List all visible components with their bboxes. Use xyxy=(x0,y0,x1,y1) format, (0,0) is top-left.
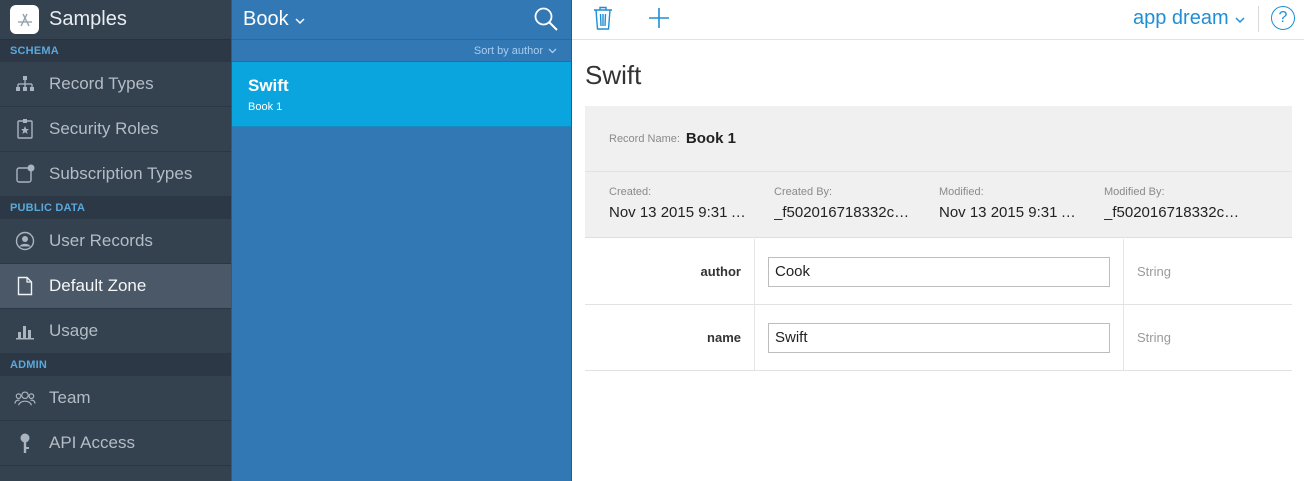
sidebar-item-subscription-types[interactable]: Subscription Types xyxy=(0,152,231,197)
sidebar-item-label: Record Types xyxy=(49,74,154,93)
sidebar-item-team[interactable]: Team xyxy=(0,376,231,421)
app-name: app dream xyxy=(1133,7,1229,29)
section-schema: SCHEMA xyxy=(0,40,231,62)
user-circle-icon xyxy=(14,230,36,252)
container-title: Samples xyxy=(49,8,127,30)
field-type: String xyxy=(1137,330,1171,345)
sidebar-item-record-types[interactable]: Record Types xyxy=(0,62,231,107)
cloudkit-dashboard: Samples SCHEMA Record Types Security Rol… xyxy=(0,0,1304,481)
help-button[interactable]: ? xyxy=(1271,6,1295,30)
sidebar-item-security-roles[interactable]: Security Roles xyxy=(0,107,231,152)
sidebar-item-label: Default Zone xyxy=(49,276,147,295)
section-admin: ADMIN xyxy=(0,354,231,376)
sidebar-item-label: Usage xyxy=(49,321,99,340)
list-item[interactable]: Swift Book 1 xyxy=(232,62,571,127)
sidebar-item-api-access[interactable]: API Access xyxy=(0,421,231,466)
record-title: Swift xyxy=(585,60,642,90)
meta-value: Nov 13 2015 9:31 AM xyxy=(939,204,1081,221)
record-fields: author String name String xyxy=(585,239,1292,371)
field-row-author: author String xyxy=(585,239,1292,305)
field-row-name: name String xyxy=(585,305,1292,371)
record-name-value: Book 1 xyxy=(685,130,736,147)
section-public-data: PUBLIC DATA xyxy=(0,197,231,219)
team-icon xyxy=(14,387,36,409)
meta-modified-by: Modified By: _f502016718332c8a1e xyxy=(1104,186,1269,221)
toolbar-divider xyxy=(1258,6,1259,32)
trash-icon[interactable] xyxy=(593,5,613,36)
meta-value: Nov 13 2015 9:31 AM xyxy=(609,204,751,221)
list-item-title: Swift xyxy=(248,76,289,95)
bar-chart-icon xyxy=(14,320,36,342)
sidebar-item-label: Security Roles xyxy=(49,119,159,138)
chevron-down-icon xyxy=(295,8,305,31)
meta-created: Created: Nov 13 2015 9:31 AM xyxy=(609,186,774,221)
meta-modified: Modified: Nov 13 2015 9:31 AM xyxy=(939,186,1104,221)
meta-label: Modified By: xyxy=(1104,186,1165,198)
meta-label: Created: xyxy=(609,186,652,198)
record-list-pane: Book Sort by author Swift Book 1 xyxy=(231,0,572,481)
hierarchy-icon xyxy=(14,73,36,95)
meta-label: Modified: xyxy=(939,186,984,198)
meta-value: _f502016718332c8a1e xyxy=(1104,204,1246,221)
record-metadata: Record Name: Book 1 Created: Nov 13 2015… xyxy=(585,106,1292,238)
metadata-columns: Created: Nov 13 2015 9:31 AM Created By:… xyxy=(585,172,1292,221)
add-icon[interactable] xyxy=(647,5,671,36)
record-type-selector[interactable]: Book xyxy=(232,0,571,40)
field-value-cell xyxy=(755,239,1124,304)
sidebar-item-label: API Access xyxy=(49,433,135,452)
meta-label: Created By: xyxy=(774,186,833,198)
field-name: author xyxy=(585,239,755,304)
chevron-down-icon xyxy=(548,45,557,57)
app-store-icon xyxy=(10,5,39,34)
name-field[interactable] xyxy=(768,322,1110,353)
sort-label: Sort by author xyxy=(473,44,543,57)
sidebar-item-usage[interactable]: Usage xyxy=(0,309,231,354)
record-name-label: Record Name: xyxy=(609,132,680,145)
subscription-icon xyxy=(14,163,36,185)
sidebar-item-default-zone[interactable]: Default Zone xyxy=(0,264,231,309)
search-icon[interactable] xyxy=(533,6,559,38)
record-detail-pane: app dream ? Swift Record Name: Book 1 Cr… xyxy=(572,0,1304,481)
key-icon xyxy=(14,432,36,454)
record-name-row: Record Name: Book 1 xyxy=(585,106,1292,172)
sidebar-header[interactable]: Samples xyxy=(0,0,231,40)
record-type-label: Book xyxy=(243,8,289,30)
chevron-down-icon xyxy=(1235,7,1245,30)
detail-toolbar: app dream ? xyxy=(572,0,1304,40)
sidebar-item-user-records[interactable]: User Records xyxy=(0,219,231,264)
sort-selector[interactable]: Sort by author xyxy=(232,40,571,62)
author-field[interactable] xyxy=(768,256,1110,287)
meta-value: _f502016718332c8a1e xyxy=(774,204,916,221)
list-item-subtitle: Book 1 xyxy=(248,101,283,113)
sidebar-item-label: Team xyxy=(49,388,91,407)
meta-created-by: Created By: _f502016718332c8a1e xyxy=(774,186,939,221)
badge-star-icon xyxy=(14,118,36,140)
sidebar-item-label: Subscription Types xyxy=(49,164,193,183)
field-type: String xyxy=(1137,264,1171,279)
sidebar-item-label: User Records xyxy=(49,231,153,250)
field-name: name xyxy=(585,305,755,370)
sidebar: Samples SCHEMA Record Types Security Rol… xyxy=(0,0,231,481)
app-selector[interactable]: app dream xyxy=(1133,7,1245,30)
document-icon xyxy=(14,275,36,297)
field-value-cell xyxy=(755,305,1124,370)
